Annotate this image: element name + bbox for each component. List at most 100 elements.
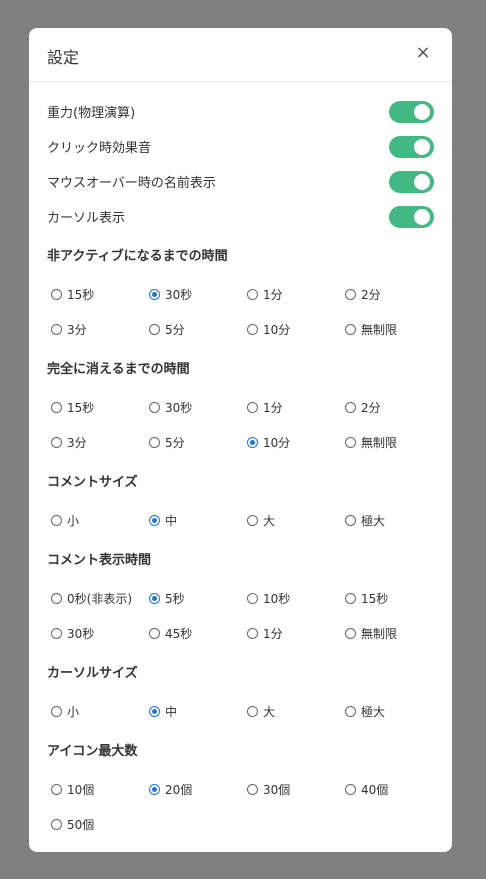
radio-unchecked-icon[interactable]	[247, 593, 258, 604]
radio-option[interactable]: 大	[243, 694, 341, 729]
radio-unchecked-icon[interactable]	[149, 402, 160, 413]
radio-unchecked-icon[interactable]	[247, 515, 258, 526]
radio-group: 0秒(非表示) 5秒 10秒 15秒 30秒 45秒 1分 無制限	[47, 581, 434, 651]
radio-label: 30秒	[67, 627, 95, 641]
radio-option[interactable]: 10分	[243, 312, 341, 347]
radio-label: 2分	[361, 288, 381, 302]
radio-unchecked-icon[interactable]	[51, 784, 62, 795]
radio-unchecked-icon[interactable]	[247, 402, 258, 413]
radio-unchecked-icon[interactable]	[51, 819, 62, 830]
toggle-switch[interactable]	[389, 205, 434, 228]
radio-unchecked-icon[interactable]	[51, 437, 62, 448]
radio-option[interactable]: 5分	[145, 425, 243, 460]
radio-option[interactable]: 2分	[341, 390, 439, 425]
radio-label: 5分	[165, 436, 185, 450]
radio-option[interactable]: 45秒	[145, 616, 243, 651]
radio-option[interactable]: 0秒(非表示)	[47, 581, 145, 616]
radio-option[interactable]: 10分	[243, 425, 341, 460]
radio-unchecked-icon[interactable]	[247, 706, 258, 717]
radio-option[interactable]: 3分	[47, 312, 145, 347]
radio-label: 小	[67, 514, 80, 528]
radio-checked-icon[interactable]	[149, 289, 160, 300]
radio-checked-icon[interactable]	[149, 515, 160, 526]
radio-unchecked-icon[interactable]	[51, 628, 62, 639]
radio-unchecked-icon[interactable]	[247, 628, 258, 639]
radio-option[interactable]: 1分	[243, 616, 341, 651]
radio-option[interactable]: 大	[243, 503, 341, 538]
radio-option[interactable]: 30個	[243, 772, 341, 807]
radio-unchecked-icon[interactable]	[149, 437, 160, 448]
radio-option[interactable]: 極大	[341, 694, 439, 729]
radio-group: 小 中 大 極大	[47, 503, 434, 538]
radio-option[interactable]: 小	[47, 503, 145, 538]
radio-option[interactable]: 中	[145, 694, 243, 729]
radio-unchecked-icon[interactable]	[149, 628, 160, 639]
radio-checked-icon[interactable]	[247, 437, 258, 448]
radio-unchecked-icon[interactable]	[345, 289, 356, 300]
section-title: 完全に消えるまでの時間	[47, 362, 190, 377]
radio-label: 2分	[361, 401, 381, 415]
radio-unchecked-icon[interactable]	[247, 324, 258, 335]
radio-unchecked-icon[interactable]	[345, 628, 356, 639]
radio-checked-icon[interactable]	[149, 593, 160, 604]
radio-unchecked-icon[interactable]	[149, 324, 160, 335]
radio-unchecked-icon[interactable]	[51, 706, 62, 717]
toggle-switch[interactable]	[389, 170, 434, 193]
radio-unchecked-icon[interactable]	[345, 784, 356, 795]
radio-option[interactable]: 無制限	[341, 616, 439, 651]
radio-option[interactable]: 2分	[341, 277, 439, 312]
radio-option[interactable]: 30秒	[145, 390, 243, 425]
radio-label: 無制限	[361, 627, 398, 641]
radio-option[interactable]: 20個	[145, 772, 243, 807]
radio-unchecked-icon[interactable]	[51, 402, 62, 413]
toggle-knob	[414, 103, 430, 120]
radio-unchecked-icon[interactable]	[247, 289, 258, 300]
toggle-switch[interactable]	[389, 100, 434, 123]
toggle-row: クリック時効果音	[47, 129, 434, 164]
radio-unchecked-icon[interactable]	[51, 593, 62, 604]
radio-option[interactable]: 小	[47, 694, 145, 729]
radio-unchecked-icon[interactable]	[51, 515, 62, 526]
radio-option[interactable]: 5分	[145, 312, 243, 347]
close-icon[interactable]: ×	[412, 42, 434, 64]
radio-option[interactable]: 無制限	[341, 312, 439, 347]
radio-option[interactable]: 15秒	[47, 277, 145, 312]
radio-option[interactable]: 15秒	[47, 390, 145, 425]
radio-option[interactable]: 中	[145, 503, 243, 538]
radio-unchecked-icon[interactable]	[345, 324, 356, 335]
radio-label: 10個	[67, 783, 95, 797]
radio-unchecked-icon[interactable]	[51, 324, 62, 335]
radio-option[interactable]: 1分	[243, 277, 341, 312]
radio-option[interactable]: 3分	[47, 425, 145, 460]
radio-option[interactable]: 5秒	[145, 581, 243, 616]
radio-label: 3分	[67, 436, 87, 450]
radio-option[interactable]: 極大	[341, 503, 439, 538]
toggle-switch[interactable]	[389, 135, 434, 158]
radio-unchecked-icon[interactable]	[345, 593, 356, 604]
radio-unchecked-icon[interactable]	[345, 515, 356, 526]
radio-checked-icon[interactable]	[149, 706, 160, 717]
radio-unchecked-icon[interactable]	[247, 784, 258, 795]
radio-label: 小	[67, 705, 80, 719]
radio-label: 15秒	[67, 401, 95, 415]
radio-unchecked-icon[interactable]	[51, 289, 62, 300]
radio-label: 無制限	[361, 436, 398, 450]
radio-option[interactable]: 10個	[47, 772, 145, 807]
radio-option[interactable]: 40個	[341, 772, 439, 807]
radio-option[interactable]: 30秒	[145, 277, 243, 312]
radio-unchecked-icon[interactable]	[345, 402, 356, 413]
radio-label: 5分	[165, 323, 185, 337]
radio-checked-icon[interactable]	[149, 784, 160, 795]
radio-option[interactable]: 1分	[243, 390, 341, 425]
radio-label: 5秒	[165, 592, 185, 606]
radio-option[interactable]: 50個	[47, 807, 145, 842]
toggle-label: 重力(物理演算)	[47, 106, 136, 121]
radio-option[interactable]: 無制限	[341, 425, 439, 460]
radio-label: 1分	[263, 627, 283, 641]
toggle-row: カーソル表示	[47, 199, 434, 234]
radio-unchecked-icon[interactable]	[345, 706, 356, 717]
radio-option[interactable]: 10秒	[243, 581, 341, 616]
radio-option[interactable]: 30秒	[47, 616, 145, 651]
radio-unchecked-icon[interactable]	[345, 437, 356, 448]
radio-option[interactable]: 15秒	[341, 581, 439, 616]
